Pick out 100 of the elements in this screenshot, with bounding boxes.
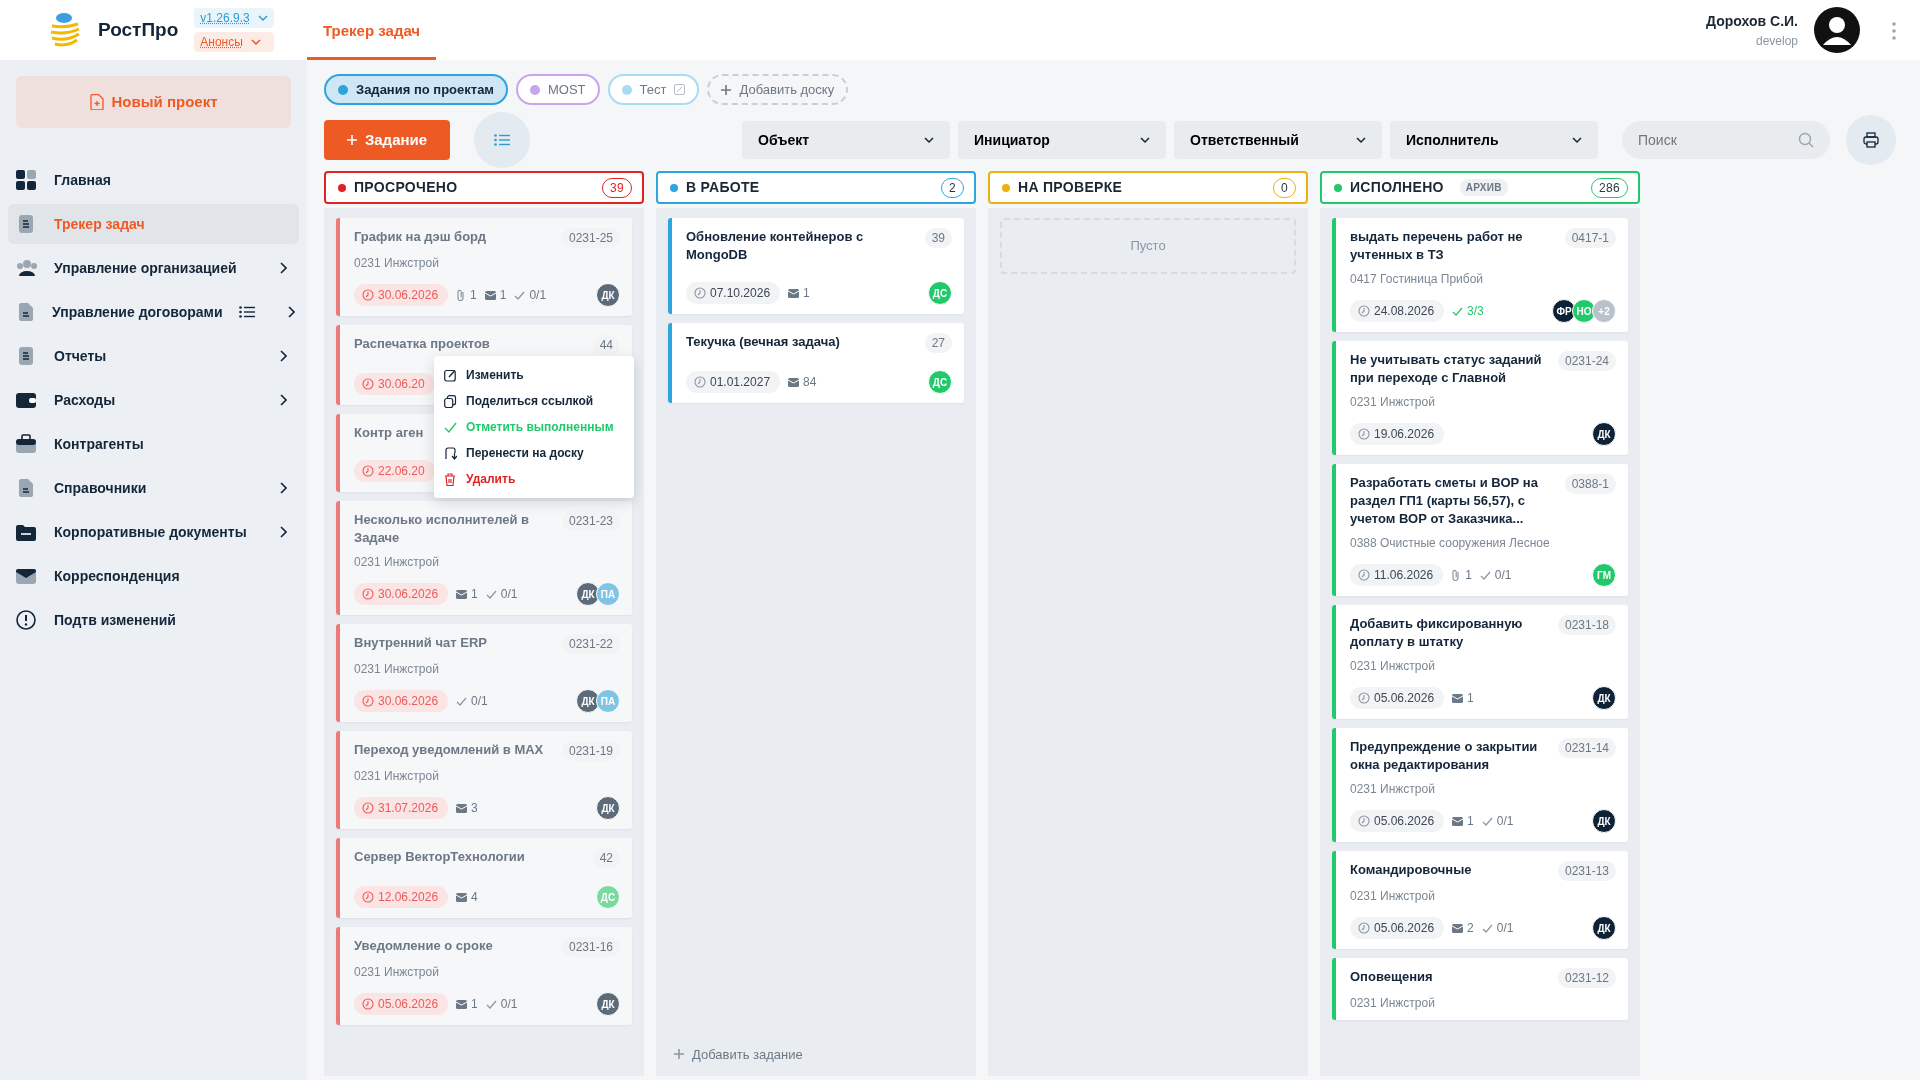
attachment-count: 1: [456, 286, 477, 304]
due-date: 01.01.2027: [686, 371, 781, 393]
message-count: 1: [788, 284, 810, 302]
task-code: 0231-22: [561, 634, 620, 654]
due-date: 11.06.2026: [1350, 564, 1444, 586]
project-name: 0231 Инжстрой: [354, 768, 440, 785]
project-name: 0231 Инжстрой: [354, 661, 440, 678]
task-code: 42: [592, 848, 620, 868]
column-title: ПРОСРОЧЕНО: [354, 178, 458, 197]
task-code: 0231-25: [561, 228, 620, 248]
subtask-progress: 0/1: [1481, 812, 1514, 830]
task-title: Разработать сметы и ВОР на раздел ГП1 (карты 56,57), с учетом ВОР от Заказчика...: [1350, 474, 1539, 528]
task-code: 0417-1: [1564, 228, 1616, 248]
message-count: 1: [1452, 812, 1474, 830]
project-name: 0231 Инжстрой: [354, 554, 440, 571]
task-title: Уведомление о сроке: [354, 937, 493, 955]
assignee-avatar: ДС: [928, 370, 952, 394]
task-title: Контр аген: [354, 424, 424, 442]
assignee-avatar: ДС: [596, 885, 620, 909]
due-date: 22.06.20: [354, 460, 435, 482]
task-code: 44: [592, 335, 620, 355]
assignee-avatar: ПА: [596, 582, 620, 606]
subtask-progress: 0/1: [485, 995, 518, 1013]
task-code: 0231-12: [1557, 968, 1616, 988]
message-count: 3: [456, 799, 478, 817]
project-name: 0231 Инжстрой: [1350, 995, 1436, 1012]
due-date: 30.06.20: [354, 373, 435, 395]
message-count: 1: [484, 286, 507, 304]
due-date: 30.06.2026: [354, 284, 449, 306]
due-date: 07.10.2026: [686, 282, 781, 304]
task-title: График на дэш борд: [354, 228, 486, 246]
due-date: 05.06.2026: [1350, 810, 1445, 832]
task-code: 0231-19: [561, 741, 620, 761]
message-count: 1: [456, 995, 478, 1013]
project-name: 0231 Инжстрой: [1350, 781, 1436, 798]
user-name: Дорохов С.И.: [1706, 11, 1798, 31]
task-title: Внутренний чат ERP: [354, 634, 487, 652]
subtask-progress: 0/1: [1479, 566, 1512, 584]
assignee-avatar: НО: [1572, 299, 1596, 323]
assignee-avatar: ДС: [928, 281, 952, 305]
subtask-progress: 0/1: [456, 692, 488, 710]
due-date: 30.06.2026: [354, 690, 449, 712]
task-code: 0388-1: [1564, 474, 1616, 494]
task-title: Командировочные: [1350, 861, 1472, 879]
due-date: 05.06.2026: [354, 993, 449, 1015]
due-date: 19.06.2026: [1350, 423, 1445, 445]
task-code: 0231-24: [1557, 351, 1616, 371]
task-title: выдать перечень работ не учтенных в ТЗ: [1350, 228, 1524, 264]
project-name: 0388 Очистные сооружения Лесное: [1350, 535, 1551, 552]
column-title: НА ПРОВЕРКЕ: [1018, 178, 1123, 197]
task-title: Несколько исполнителей в Задаче: [354, 511, 531, 547]
assignee-avatar: ДК: [1592, 686, 1616, 710]
assignee-avatar: ПА: [596, 689, 620, 713]
task-title: Добавить фиксированную доплату в штатку: [1350, 615, 1524, 651]
task-title: Распечатка проектов: [354, 335, 490, 353]
empty-state-panel: Пусто: [1000, 218, 1296, 274]
column-title: ИСПОЛНЕНО: [1350, 178, 1444, 197]
assignee-avatar: ДК: [1592, 809, 1616, 833]
project-name: 0231 Инжстрой: [354, 255, 440, 272]
message-count: 1: [1452, 689, 1474, 707]
task-title: Оповещения: [1350, 968, 1433, 986]
project-name: 0417 Гостиница Прибой: [1350, 271, 1485, 288]
assignee-avatar: ДК: [576, 689, 600, 713]
due-date: 05.06.2026: [1350, 917, 1445, 939]
due-date: 12.06.2026: [354, 886, 449, 908]
message-count: 4: [456, 888, 478, 906]
task-code: 0231-18: [1557, 615, 1616, 635]
subtask-progress: 3/3: [1452, 302, 1484, 320]
assignee-avatar: +2: [1592, 299, 1616, 323]
assignee-avatar: ДК: [596, 796, 620, 820]
task-code: 0231-14: [1557, 738, 1616, 758]
due-date: 05.06.2026: [1350, 687, 1445, 709]
task-title: Не учитывать статус заданий при переходе с Главной: [1350, 351, 1543, 387]
project-name: 0231 Инжстрой: [354, 964, 440, 981]
subtask-progress: 0/1: [1481, 919, 1514, 937]
message-count: 2: [1452, 919, 1474, 937]
subtask-progress: 0/1: [485, 585, 518, 603]
task-title: Предупреждение о закрытии окна редактирования: [1350, 738, 1539, 774]
due-date: 31.07.2026: [354, 797, 449, 819]
task-code: 0231-13: [1557, 861, 1616, 881]
task-code: 27: [924, 333, 952, 353]
assignee-avatar: ДК: [576, 582, 600, 606]
task-code: 39: [924, 228, 952, 248]
assignee-avatar: ДК: [596, 283, 620, 307]
attachment-count: 1: [1451, 566, 1472, 584]
project-name: 0231 Инжстрой: [1350, 888, 1436, 905]
task-title: Обновление контейнеров с MongoDB: [686, 228, 865, 264]
task-code: 0231-23: [561, 511, 620, 531]
task-title: Переход уведомлений в MAX: [354, 741, 544, 759]
column-title: В РАБОТЕ: [686, 178, 760, 197]
assignee-avatar: ФР: [1552, 299, 1576, 323]
project-name: 0231 Инжстрой: [1350, 658, 1436, 675]
message-count: 1: [456, 585, 478, 603]
assignee-avatar: ДК: [596, 992, 620, 1016]
user-role: develop: [1754, 32, 1798, 50]
message-count: 84: [788, 373, 817, 391]
assignee-avatar: ГМ: [1592, 563, 1616, 587]
project-name: 0231 Инжстрой: [1350, 394, 1436, 411]
logo-text: РостПро: [98, 17, 179, 42]
task-code: 0231-16: [561, 937, 620, 957]
